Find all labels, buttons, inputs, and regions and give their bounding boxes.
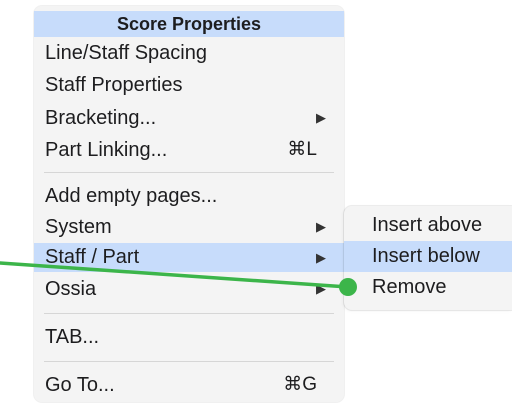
menu-separator <box>44 313 334 314</box>
submenu-arrow-icon: ▶ <box>316 250 326 265</box>
shortcut-label: ⌘L <box>287 139 317 160</box>
menu-item-label: Part Linking... <box>45 139 168 161</box>
menu-item-ossia[interactable]: Ossia ▶ <box>34 273 344 305</box>
menu-item-label: TAB... <box>45 326 100 348</box>
menu-item-line-staff-spacing[interactable]: Line/Staff Spacing <box>34 37 344 69</box>
submenu-item-label: Remove <box>372 276 447 298</box>
menu-item-add-empty-pages[interactable]: Add empty pages... <box>34 180 344 212</box>
submenu-item-remove[interactable]: Remove <box>344 272 512 303</box>
menu-item-label: Add empty pages... <box>45 185 218 207</box>
menu-item-label: Bracketing... <box>45 107 157 129</box>
submenu-arrow-icon: ▶ <box>316 281 326 296</box>
menu-item-label: Go To... <box>45 374 115 396</box>
menu-header-score-properties: Score Properties <box>34 11 344 37</box>
menu-item-label: System <box>45 216 112 238</box>
menu-item-system[interactable]: System ▶ <box>34 211 344 243</box>
menu-item-label: Line/Staff Spacing <box>45 42 207 64</box>
menu-item-staff-part[interactable]: Staff / Part ▶ <box>34 243 344 272</box>
menu-item-label: Staff / Part <box>45 246 140 268</box>
shortcut-label: ⌘G <box>283 374 317 395</box>
submenu-item-insert-above[interactable]: Insert above <box>344 210 512 241</box>
submenu-arrow-icon: ▶ <box>316 219 326 234</box>
submenu-item-label: Insert above <box>372 214 483 236</box>
menu-item-staff-properties[interactable]: Staff Properties <box>34 69 344 101</box>
submenu-item-insert-below[interactable]: Insert below <box>344 241 512 272</box>
menu-item-label: Staff Properties <box>45 74 183 96</box>
menu-item-label: Ossia <box>45 278 97 300</box>
submenu-arrow-icon: ▶ <box>316 110 326 125</box>
context-menu: Score Properties Line/Staff Spacing Staf… <box>34 6 344 402</box>
menu-item-bracketing[interactable]: Bracketing... ▶ <box>34 102 344 134</box>
menu-separator <box>44 361 334 362</box>
menu-item-tab[interactable]: TAB... <box>34 321 344 353</box>
submenu-item-label: Insert below <box>372 245 480 267</box>
staff-part-submenu: Insert above Insert below Remove <box>344 206 512 310</box>
menu-item-part-linking[interactable]: Part Linking... ⌘L <box>34 134 344 166</box>
menu-separator <box>44 172 334 173</box>
menu-item-go-to[interactable]: Go To... ⌘G <box>34 369 344 401</box>
